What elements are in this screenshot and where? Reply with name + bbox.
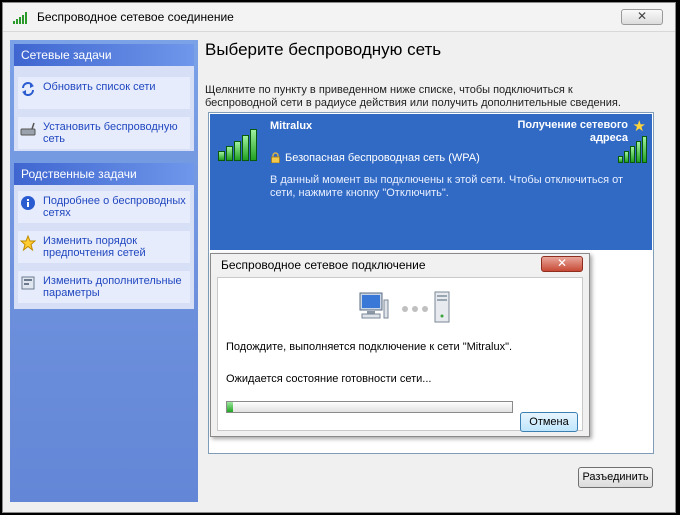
connection-progress-bar [226, 401, 513, 413]
info-icon [21, 196, 35, 210]
related-tasks-group: Родственные задачи Подробнее о беспровод… [14, 163, 194, 309]
task-label: Изменить дополнительные параметры [43, 275, 182, 299]
connection-signal-icon [618, 136, 647, 163]
task-label: Установить беспроводную сеть [43, 121, 178, 145]
connecting-message: Подождите, выполняется подключение к сет… [226, 341, 513, 353]
task-pane: Сетевые задачи Обновить список сети Уста… [10, 40, 198, 502]
star-icon [20, 235, 36, 251]
title-bar: Беспроводное сетевое соединение ✕ [3, 3, 675, 32]
progress-fill [227, 402, 233, 412]
refresh-icon [22, 82, 34, 96]
window-close-button[interactable]: ✕ [621, 9, 663, 25]
wireless-signal-icon [13, 12, 27, 24]
network-item-mitralux[interactable]: Mitralux Получение сетевого адреса ★ Без… [210, 114, 652, 250]
related-tasks-header: Родственные задачи [14, 163, 194, 185]
dialog-title-bar: Беспроводное сетевое подключение ✕ [211, 254, 589, 274]
connecting-dialog: Беспроводное сетевое подключение ✕ Подож… [210, 253, 590, 437]
preferred-network-star-icon: ★ [632, 118, 646, 135]
computer-icon [359, 292, 389, 319]
network-tasks-group: Сетевые задачи Обновить список сети Уста… [14, 44, 194, 151]
task-label: Подробнее о беспроводных сетях [43, 195, 186, 219]
router-icon [20, 122, 36, 136]
dialog-body: Подождите, выполняется подключение к сет… [217, 277, 583, 432]
change-network-order-task[interactable]: Изменить порядок предпочтения сетей [18, 231, 190, 263]
lock-icon [271, 152, 280, 163]
dialog-title: Беспроводное сетевое подключение [221, 258, 426, 272]
setup-wireless-network-task[interactable]: Установить беспроводную сеть [18, 117, 190, 149]
change-advanced-settings-task[interactable]: Изменить дополнительные параметры [18, 271, 190, 303]
waiting-status: Ожидается состояние готовности сети... [226, 373, 432, 385]
network-tasks-header: Сетевые задачи [14, 44, 194, 66]
disconnect-button[interactable]: Разъединить [578, 467, 653, 488]
task-label: Обновить список сети [43, 81, 156, 93]
signal-strength-icon [218, 129, 257, 161]
network-security: Безопасная беспроводная сеть (WPA) [285, 152, 480, 164]
network-name: Mitralux [270, 120, 313, 132]
connection-progress-dots [402, 306, 428, 312]
refresh-network-list-task[interactable]: Обновить список сети [18, 77, 190, 109]
network-info-text: В данный момент вы подключены к этой сет… [270, 174, 624, 199]
window-title: Беспроводное сетевое соединение [37, 10, 234, 24]
learn-about-wireless-task[interactable]: Подробнее о беспроводных сетях [18, 191, 190, 223]
network-status: Получение сетевого адреса [517, 119, 628, 144]
dialog-close-button[interactable]: ✕ [541, 256, 583, 272]
network-server-icon [434, 291, 450, 323]
page-title: Выберите беспроводную сеть [205, 40, 442, 59]
settings-icon [21, 276, 35, 290]
instructions-text: Щелкните по пункту в приведенном ниже сп… [205, 84, 621, 109]
task-label: Изменить порядок предпочтения сетей [43, 235, 146, 259]
cancel-button[interactable]: Отмена [520, 412, 578, 432]
